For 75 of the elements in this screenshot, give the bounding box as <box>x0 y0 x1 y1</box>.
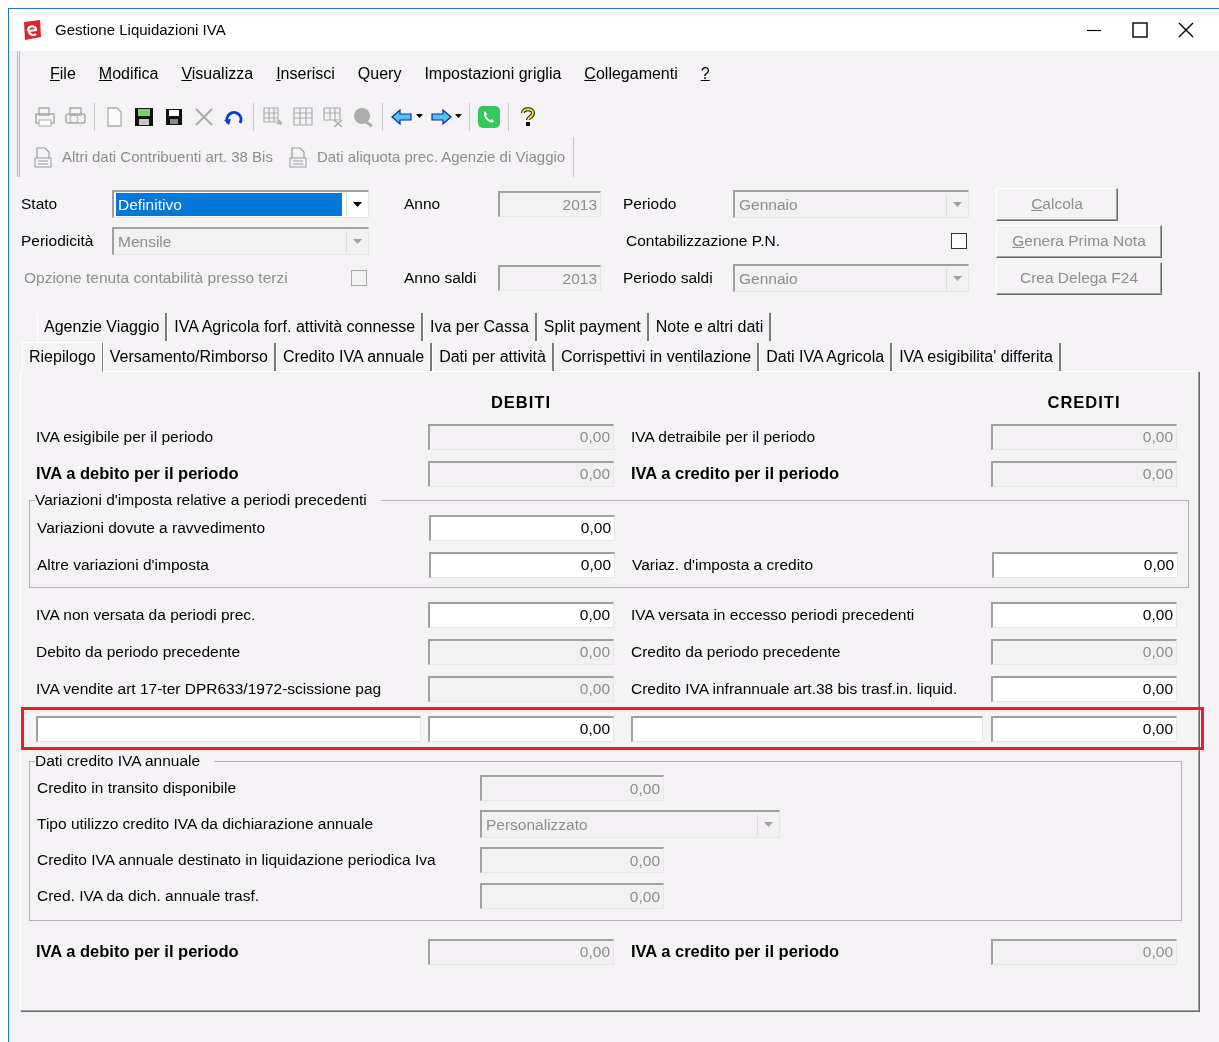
field-label: Variazioni dovute a ravvedimento <box>37 517 267 538</box>
tab[interactable]: Corrispettivi in ventilazione <box>553 343 760 371</box>
maximize-icon <box>1132 22 1148 38</box>
field-label: Credito da periodo precedente <box>631 641 842 662</box>
field-label: Periodicità <box>21 231 95 252</box>
field-label: Cred. IVA da dich. annuale trasf. <box>37 886 260 907</box>
menu-item[interactable]: File <box>50 61 76 86</box>
text-field[interactable]: 0,00 <box>991 675 1177 702</box>
phone-icon <box>477 104 501 129</box>
field-label: Stato <box>21 194 59 215</box>
field-label: IVA detraibile per il periodo <box>631 426 817 447</box>
text-field[interactable]: 0,00 <box>428 715 614 742</box>
field-label: IVA versata in eccesso periodi precedenti <box>631 604 916 625</box>
tab[interactable]: Note e altri dati <box>648 313 772 341</box>
text-field[interactable] <box>631 715 983 742</box>
tab[interactable]: IVA Agricola forf. attività connesse <box>167 313 424 341</box>
column-heading: CREDITI <box>1046 391 1122 413</box>
calculator-icon <box>286 146 309 168</box>
menu-item[interactable]: Collegamenti <box>584 61 678 86</box>
field-label: Opzione tenuta contabilità presso terzi <box>23 268 288 289</box>
menu-item[interactable]: Query <box>357 61 402 86</box>
grid-icon <box>291 104 315 129</box>
field-label: IVA a debito per il periodo <box>36 941 240 963</box>
tab[interactable]: Dati per attività <box>432 343 554 371</box>
dropdown-field[interactable]: Definitivo <box>112 190 369 218</box>
field-label: IVA esigibile per il periodo <box>36 426 215 447</box>
tab[interactable]: Credito IVA annuale <box>276 343 433 371</box>
field-label: Contabilizzazione P.N. <box>625 231 780 252</box>
field-label: Variaz. d'imposta a credito <box>632 554 814 575</box>
caret-icon <box>353 239 362 244</box>
tab[interactable]: IVA esigibilita' differita <box>892 343 1061 371</box>
field-label: IVA a credito per il periodo <box>631 463 841 485</box>
text-field[interactable]: 0,00 <box>991 601 1177 628</box>
caret-icon <box>353 202 362 207</box>
caret-icon <box>953 202 962 207</box>
tab[interactable]: Riepilogo <box>22 342 103 372</box>
field-label: Debito da periodo precedente <box>36 641 242 662</box>
menu-item[interactable]: Modifica <box>98 61 159 86</box>
menu-item[interactable]: Visualizza <box>181 61 254 86</box>
caret-icon <box>764 822 773 827</box>
field-label: Periodo saldi <box>623 268 714 289</box>
text-field[interactable]: 0,00 <box>428 601 614 628</box>
tab[interactable]: Versamento/Rimborso <box>102 343 276 371</box>
text-field[interactable] <box>36 715 421 742</box>
menu-item[interactable]: ? <box>700 61 710 86</box>
close-icon <box>1178 22 1194 38</box>
field-label: IVA vendite art 17-ter DPR633/1972-scissione pag <box>36 678 383 699</box>
checkbox[interactable] <box>951 233 967 249</box>
field-label: Anno saldi <box>404 268 478 289</box>
tab[interactable]: Iva per Cassa <box>423 313 537 341</box>
menu-item[interactable]: Impostazioni griglia <box>424 61 562 86</box>
caret-icon <box>953 276 962 281</box>
text-field[interactable]: 0,00 <box>429 551 615 578</box>
calculator-icon <box>32 146 54 168</box>
tab[interactable]: Split payment <box>536 313 649 341</box>
field-label: IVA a credito per il periodo <box>631 941 841 963</box>
text-field[interactable]: 0,00 <box>429 514 615 541</box>
print-preview-icon <box>33 104 57 129</box>
field-label: Periodo <box>623 194 678 215</box>
text-field[interactable]: 0,00 <box>992 551 1178 578</box>
app-logo-icon <box>21 19 43 41</box>
field-label: IVA non versata da periodi prec. <box>36 604 257 625</box>
field-label: Credito IVA annuale destinato in liquidazione periodica Iva <box>37 850 437 871</box>
text-field[interactable]: 0,00 <box>991 715 1177 742</box>
field-label: Credito in transito disponibile <box>37 778 238 799</box>
menu-item[interactable]: Inserisci <box>276 61 335 86</box>
field-label: Tipo utilizzo credito IVA da dichiarazione annuale <box>37 814 375 835</box>
column-heading: DEBITI <box>489 391 553 413</box>
field-label: IVA a debito per il periodo <box>36 463 240 485</box>
grid-icon <box>321 104 345 129</box>
field-label: Credito IVA infrannuale art.38 bis trasf.in. liquid. <box>631 678 959 699</box>
window-title: Gestione Liquidazioni IVA <box>55 19 226 40</box>
tab[interactable]: Dati IVA Agricola <box>759 343 893 371</box>
field-label: Anno <box>404 194 442 215</box>
field-label: Altre variazioni d'imposta <box>37 554 210 575</box>
